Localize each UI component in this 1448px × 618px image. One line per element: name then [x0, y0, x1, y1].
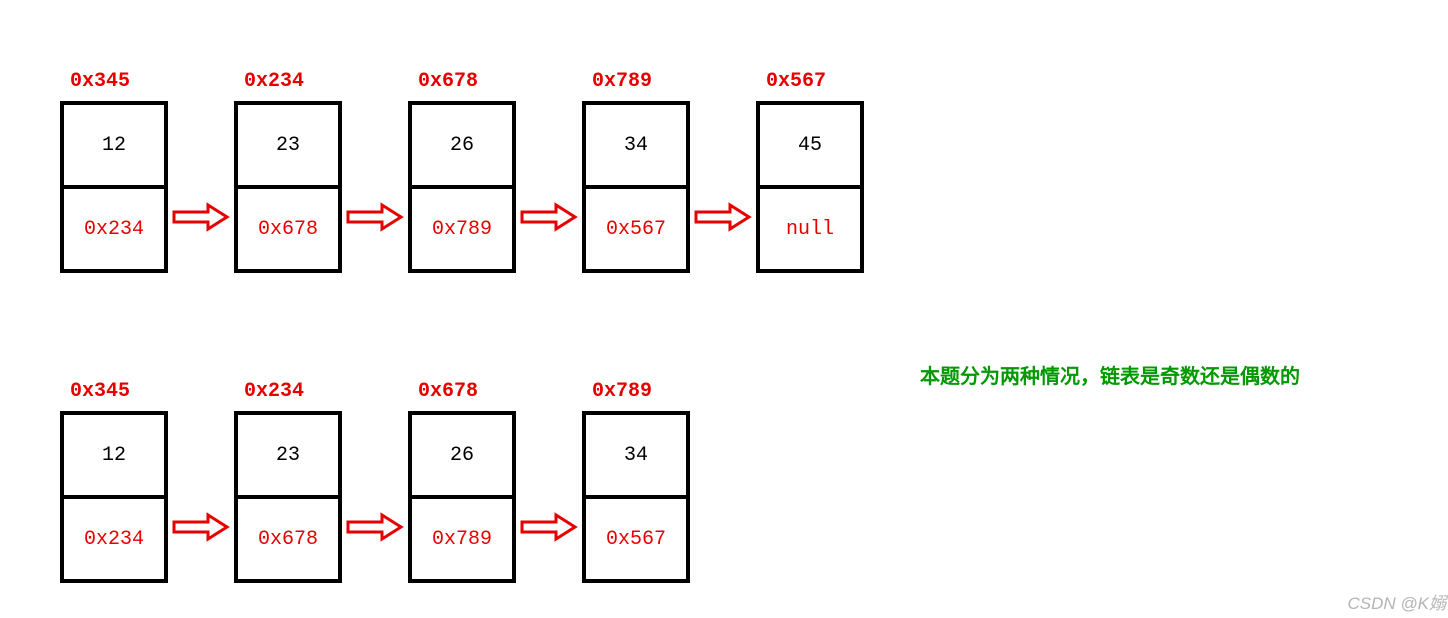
- node-box: 26 0x789: [408, 411, 516, 583]
- list-node: 0x234 23 0x678: [234, 380, 342, 583]
- node-next-pointer: 0x678: [238, 189, 338, 269]
- node-value: 23: [238, 105, 338, 189]
- node-value: 34: [586, 105, 686, 189]
- list-node: 0x678 26 0x789: [408, 380, 516, 583]
- node-address: 0x789: [592, 380, 652, 403]
- list-node: 0x789 34 0x567: [582, 70, 690, 273]
- list-node: 0x345 12 0x234: [60, 70, 168, 273]
- node-value: 34: [586, 415, 686, 499]
- node-next-pointer: 0x567: [586, 189, 686, 269]
- watermark-text: CSDN @K嫋: [1348, 589, 1447, 614]
- list-node: 0x678 26 0x789: [408, 70, 516, 273]
- arrow-right-icon: [694, 202, 752, 232]
- arrow-right-icon: [346, 512, 404, 542]
- arrow-right-icon: [520, 202, 578, 232]
- node-address: 0x789: [592, 70, 652, 93]
- node-box: 34 0x567: [582, 101, 690, 273]
- node-address: 0x234: [244, 380, 304, 403]
- node-address: 0x234: [244, 70, 304, 93]
- arrow-right-icon: [172, 202, 230, 232]
- node-value: 45: [760, 105, 860, 189]
- linked-list-row-1: 0x345 12 0x234 0x234 23 0x678 0x678 26 0…: [60, 70, 864, 273]
- arrow-right-icon: [520, 512, 578, 542]
- node-address: 0x678: [418, 380, 478, 403]
- node-value: 12: [64, 105, 164, 189]
- node-value: 26: [412, 105, 512, 189]
- node-next-pointer: 0x789: [412, 499, 512, 579]
- node-box: 23 0x678: [234, 411, 342, 583]
- node-value: 12: [64, 415, 164, 499]
- node-next-pointer: 0x567: [586, 499, 686, 579]
- arrow-right-icon: [172, 512, 230, 542]
- node-next-pointer: 0x678: [238, 499, 338, 579]
- linked-list-row-2: 0x345 12 0x234 0x234 23 0x678 0x678 26 0…: [60, 380, 690, 583]
- arrow-right-icon: [346, 202, 404, 232]
- node-address: 0x678: [418, 70, 478, 93]
- node-box: 12 0x234: [60, 101, 168, 273]
- list-node: 0x567 45 null: [756, 70, 864, 273]
- node-address: 0x345: [70, 70, 130, 93]
- node-address: 0x567: [766, 70, 826, 93]
- list-node: 0x234 23 0x678: [234, 70, 342, 273]
- node-next-pointer: 0x234: [64, 499, 164, 579]
- node-box: 26 0x789: [408, 101, 516, 273]
- list-node: 0x345 12 0x234: [60, 380, 168, 583]
- node-box: 34 0x567: [582, 411, 690, 583]
- list-node: 0x789 34 0x567: [582, 380, 690, 583]
- node-value: 26: [412, 415, 512, 499]
- node-next-pointer: null: [760, 189, 860, 269]
- node-box: 23 0x678: [234, 101, 342, 273]
- node-box: 45 null: [756, 101, 864, 273]
- node-next-pointer: 0x789: [412, 189, 512, 269]
- explanation-note: 本题分为两种情况，链表是奇数还是偶数的: [920, 360, 1300, 389]
- node-box: 12 0x234: [60, 411, 168, 583]
- node-value: 23: [238, 415, 338, 499]
- node-next-pointer: 0x234: [64, 189, 164, 269]
- node-address: 0x345: [70, 380, 130, 403]
